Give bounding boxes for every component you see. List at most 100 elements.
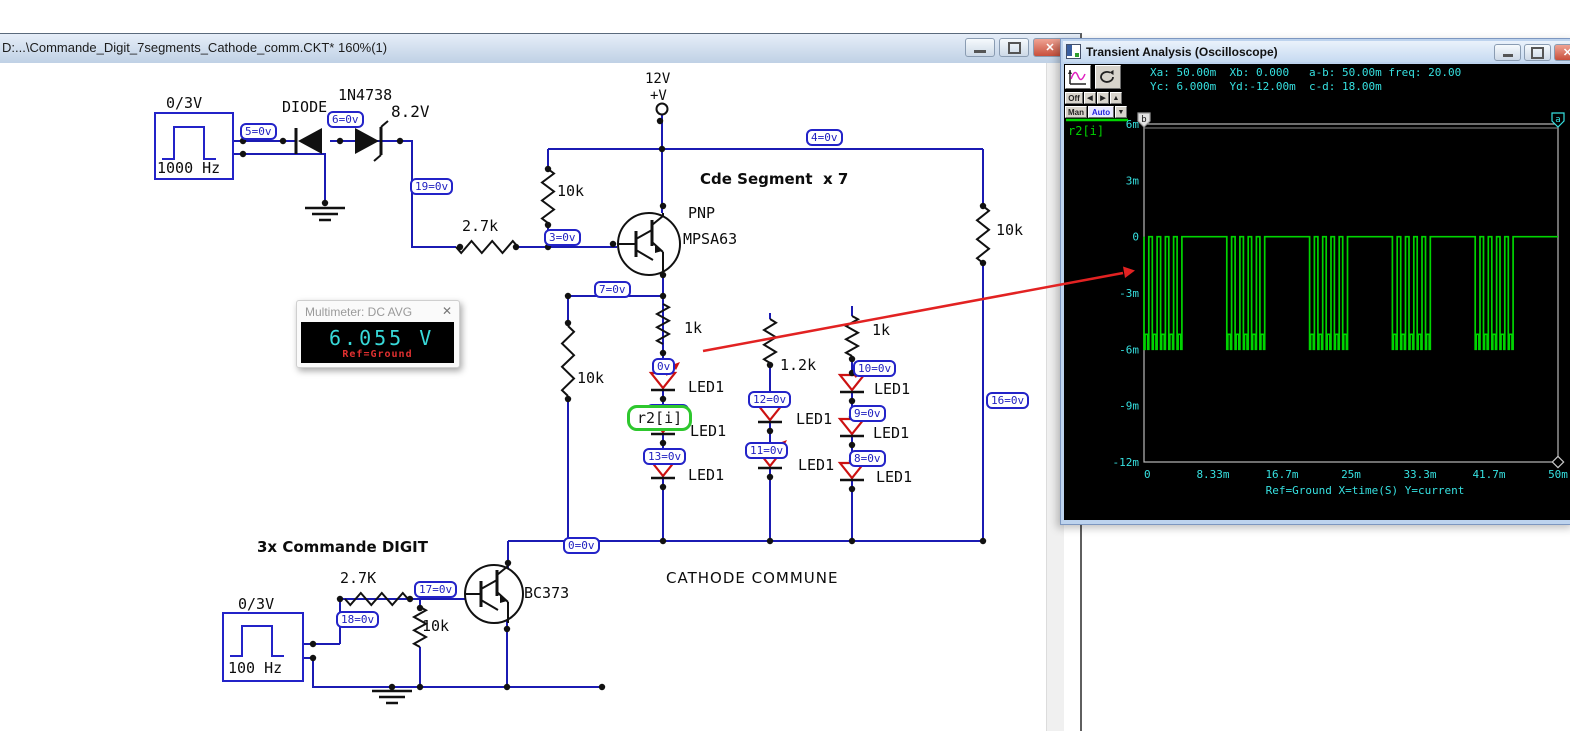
y-tick-label: 0	[1132, 231, 1139, 244]
scroll-up-button[interactable]: ▲	[1110, 92, 1122, 104]
cursor-left-button[interactable]: ◀	[1084, 92, 1096, 104]
desktop: D:...\Commande_Digit_7segments_Cathode_c…	[0, 0, 1570, 731]
minimize-icon	[974, 49, 986, 53]
x-tick-label: 25m	[1341, 468, 1361, 481]
junction-dot	[279, 137, 287, 145]
minimize-button[interactable]	[1494, 44, 1521, 61]
oscilloscope-plot[interactable]: r2[i] 6m 3m 0 -3m -6m -9m -12m 0 8.33m 16.7m 25m 33…	[1064, 112, 1570, 520]
junction-dot	[979, 537, 987, 545]
resistor	[843, 315, 861, 357]
node-18: 18=0v	[336, 611, 380, 628]
led-icon	[837, 373, 867, 392]
pnp-type-label: PNP	[688, 204, 716, 222]
y-tick-label: -3m	[1119, 287, 1139, 300]
junction-dot	[564, 395, 572, 403]
source2-freq-label: 100 Hz	[228, 659, 283, 677]
oscilloscope-app-icon	[1066, 44, 1081, 59]
schematic-canvas[interactable]: 0/3V 1000 Hz DIODE 1N4738 8.2V 2.7k 10k …	[0, 63, 1046, 731]
resistor	[560, 325, 576, 397]
node-11: 11=0v	[745, 442, 789, 459]
node-10: 10=0v	[853, 360, 897, 377]
junction-dot	[848, 537, 856, 545]
led-label: LED1	[688, 378, 725, 396]
r-base1-label: 2.7k	[462, 217, 499, 235]
close-icon[interactable]: ✕	[442, 304, 452, 318]
junction-dot	[659, 349, 667, 357]
y-tick-label: -12m	[1113, 456, 1140, 469]
oscilloscope-window: Transient Analysis (Oscilloscope) ✕ Xa: …	[1060, 38, 1570, 525]
y-tick-label: -9m	[1119, 400, 1139, 413]
junction-dot	[336, 137, 344, 145]
probe-label-r2i[interactable]: r2[i]	[627, 405, 693, 431]
main-titlebar[interactable]: D:...\Commande_Digit_7segments_Cathode_c…	[0, 34, 1080, 64]
window-title: D:...\Commande_Digit_7segments_Cathode_c…	[2, 40, 388, 55]
junction-dot	[848, 397, 856, 405]
cathode-commune-annotation: CATHODE COMMUNE	[666, 569, 839, 587]
oscilloscope-titlebar[interactable]: Transient Analysis (Oscilloscope) ✕	[1063, 41, 1570, 62]
r-pulldown2-label: 10k	[422, 617, 450, 635]
cursor-readout-line2: Yc: 6.000m Yd:-12.00m c-d: 18.00m	[1150, 80, 1382, 93]
junction-dot	[609, 240, 617, 248]
node-8: 8=0v	[849, 450, 886, 467]
led-label: LED1	[873, 424, 910, 442]
junction-dot	[766, 361, 774, 369]
junction-dot	[659, 271, 667, 279]
maximize-icon	[1531, 46, 1544, 59]
y-tick-label: 3m	[1126, 174, 1140, 187]
junction-dot	[659, 537, 667, 545]
multimeter-display: 6.055 V Ref=Ground	[301, 322, 454, 363]
diode-icon	[298, 128, 322, 154]
waveform-mode-button[interactable]	[1065, 65, 1091, 89]
junction-dot	[321, 199, 329, 207]
source1-freq-label: 1000 Hz	[157, 159, 221, 177]
junction-dot	[416, 604, 424, 612]
junction-dot	[239, 150, 247, 158]
zener-hook	[380, 120, 389, 128]
junction-dot	[504, 559, 512, 567]
close-button[interactable]: ✕	[1554, 44, 1570, 61]
multimeter-title: Multimeter: DC AVG	[305, 305, 413, 319]
x-tick-label: 50m	[1548, 468, 1568, 481]
zener-diode-icon	[355, 128, 379, 154]
waveform-icon	[1068, 70, 1086, 85]
source2-range-label: 0/3V	[238, 595, 275, 613]
led-label: LED1	[690, 422, 727, 440]
cursor-readout-line1: Xa: 50.00m Xb: 0.000 a-b: 50.00m freq: 2…	[1150, 66, 1462, 79]
circular-arrow-icon	[1100, 70, 1114, 83]
node-0: 0=0v	[563, 537, 600, 554]
reset-view-button[interactable]	[1095, 65, 1121, 89]
r-base2-label: 2.7K	[340, 569, 377, 587]
npn-part-label: BC373	[524, 584, 570, 602]
off-button[interactable]: Off	[1065, 92, 1083, 104]
r-seg3-label: 1k	[872, 321, 891, 339]
junction-dot	[544, 221, 552, 229]
led-label: LED1	[796, 410, 833, 428]
minimize-button[interactable]	[965, 38, 995, 57]
junction-dot	[979, 259, 987, 267]
multimeter-window[interactable]: Multimeter: DC AVG ✕ 6.055 V Ref=Ground	[296, 300, 460, 368]
y-tick-label: -6m	[1119, 343, 1139, 356]
maximize-button[interactable]	[999, 38, 1029, 57]
junction-dot	[766, 537, 774, 545]
led-label: LED1	[798, 456, 835, 474]
maximize-button[interactable]	[1524, 44, 1551, 61]
junction-dot	[658, 145, 666, 153]
node-17: 17=0v	[414, 581, 458, 598]
trace-r2i	[1143, 235, 1558, 351]
x-tick-label: 33.3m	[1403, 468, 1436, 481]
junction-dot	[406, 595, 414, 603]
maximize-icon	[1007, 41, 1021, 54]
junction-dot	[503, 683, 511, 691]
cde-segment-annotation: Cde Segment x 7	[700, 170, 849, 188]
x-tick-label: 16.7m	[1265, 468, 1298, 481]
junction-dot	[659, 395, 667, 403]
junction-dot	[766, 427, 774, 435]
junction-dot	[336, 595, 344, 603]
junction-dot	[564, 319, 572, 327]
junction-dot	[309, 640, 317, 648]
node-5: 5=0v	[240, 123, 277, 140]
junction-dot	[659, 439, 667, 447]
cursor-right-button[interactable]: ▶	[1097, 92, 1109, 104]
multimeter-ref: Ref=Ground	[342, 349, 413, 360]
junction-dot	[544, 165, 552, 173]
